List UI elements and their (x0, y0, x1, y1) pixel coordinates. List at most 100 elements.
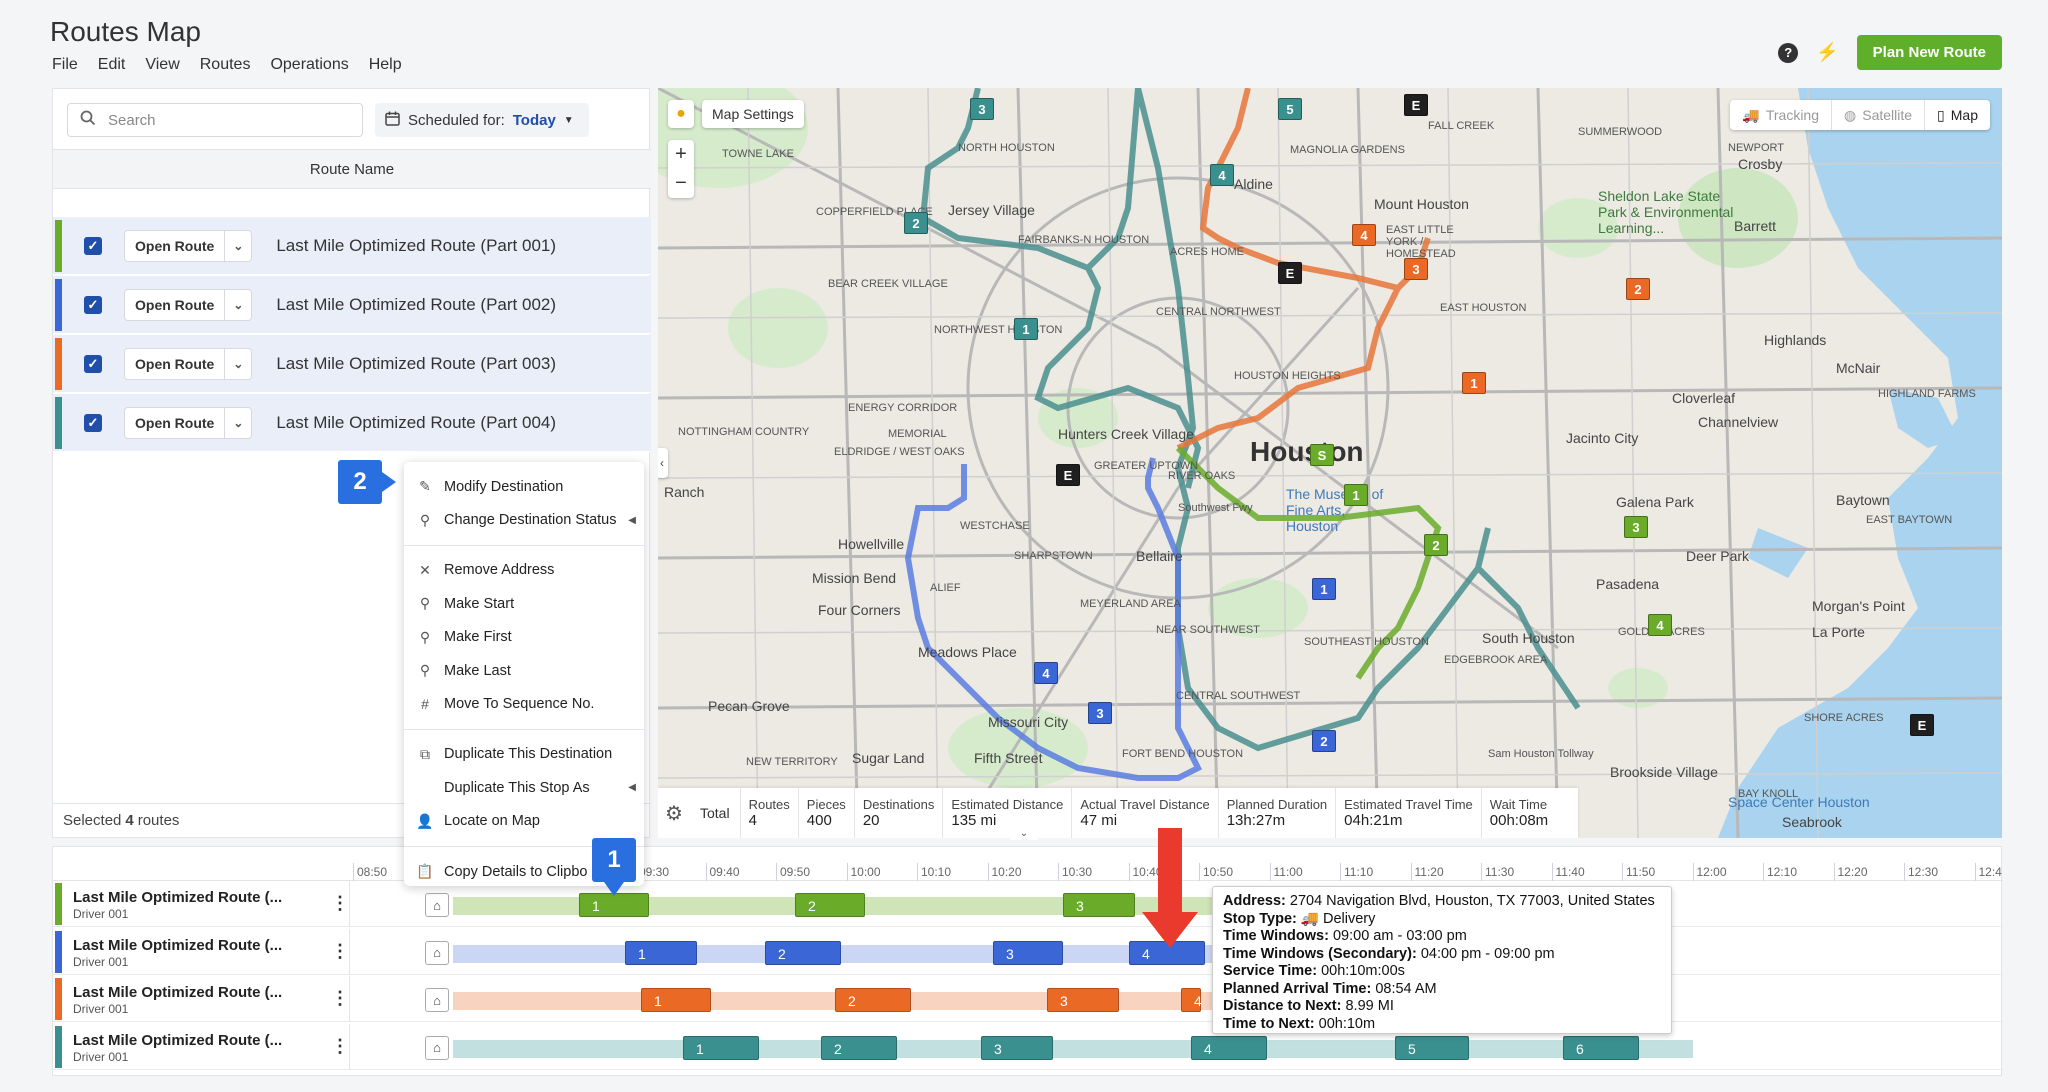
timeline-stop-block[interactable]: 2 (795, 893, 865, 917)
route-stop-marker[interactable]: 1 (1312, 578, 1336, 600)
menu-item-modify-destination[interactable]: ✎ Modify Destination (404, 470, 644, 503)
open-route-label[interactable]: Open Route (125, 407, 226, 438)
open-route-label[interactable]: Open Route (125, 289, 226, 320)
kebab-menu-icon[interactable]: ⋮ (331, 988, 349, 1009)
chevron-down-icon[interactable]: ⌄ (225, 298, 251, 312)
plan-new-route-button[interactable]: Plan New Route (1856, 35, 2002, 70)
menu-item-locate-on-map[interactable]: 👤 Locate on Map (404, 805, 644, 838)
schedule-dropdown[interactable]: Scheduled for: Today ▼ (375, 103, 589, 137)
zoom-in-button[interactable]: + (675, 143, 687, 166)
menu-view[interactable]: View (145, 56, 179, 74)
question-circle-icon[interactable]: ? (1778, 42, 1799, 63)
menu-item-make-last[interactable]: ⚲ Make Last (404, 654, 644, 687)
menu-operations[interactable]: Operations (270, 56, 348, 74)
menu-item-remove-address[interactable]: ✕ Remove Address (404, 554, 644, 587)
chevron-down-icon[interactable]: ⌄ (1010, 828, 1038, 840)
chevron-down-icon[interactable]: ⌄ (225, 357, 251, 371)
menu-edit[interactable]: Edit (98, 56, 126, 74)
timeline-stop-block[interactable]: 4 (1191, 1035, 1267, 1060)
home-depot-icon[interactable]: ⌂ (425, 940, 449, 965)
open-route-label[interactable]: Open Route (125, 348, 226, 379)
timeline-stop-block[interactable]: 1 (579, 893, 649, 917)
route-stop-marker[interactable]: 3 (1088, 702, 1112, 724)
route-stop-marker[interactable]: 1 (1344, 484, 1368, 506)
home-depot-icon[interactable]: ⌂ (425, 988, 449, 1012)
route-stop-marker[interactable]: S (1310, 444, 1334, 466)
open-route-button[interactable]: Open Route ⌄ (124, 406, 253, 439)
route-stop-marker[interactable]: E (1278, 262, 1302, 284)
route-stop-marker[interactable]: 4 (1210, 164, 1234, 186)
collapse-panel-button[interactable]: ‹ (658, 448, 668, 478)
menu-file[interactable]: File (52, 56, 78, 74)
route-row[interactable]: ✓ Open Route ⌄ Last Mile Optimized Route… (53, 276, 651, 334)
home-depot-icon[interactable]: ⌂ (425, 1035, 449, 1060)
map-settings-button[interactable]: Map Settings (702, 100, 804, 128)
route-stop-marker[interactable]: 4 (1648, 614, 1672, 636)
timeline-route-row[interactable]: Last Mile Optimized Route (... Driver 001… (53, 928, 2003, 975)
satellite-toggle[interactable]: ◍ Satellite (1832, 100, 1926, 130)
open-route-button[interactable]: Open Route ⌄ (124, 347, 253, 380)
lightning-icon[interactable]: ⚡ (1816, 42, 1838, 63)
timeline-stop-block[interactable]: 4 (1181, 988, 1202, 1012)
route-stop-marker[interactable]: 5 (1278, 98, 1302, 120)
route-stop-marker[interactable]: 2 (1312, 730, 1336, 752)
map-toggle[interactable]: ▯ Map (1925, 100, 1990, 130)
menu-item-duplicate-destination[interactable]: ⧉ Duplicate This Destination (404, 738, 644, 771)
route-name-column-header[interactable]: Route Name (53, 149, 651, 189)
timeline-route-row[interactable]: Last Mile Optimized Route (... Driver 001… (53, 881, 2003, 927)
timeline-stop-block[interactable]: 2 (821, 1035, 897, 1060)
timeline-stop-block[interactable]: 6 (1563, 1035, 1639, 1060)
zoom-out-button[interactable]: − (675, 172, 687, 195)
route-stop-marker[interactable]: 3 (970, 98, 994, 120)
chevron-down-icon[interactable]: ⌄ (225, 239, 251, 253)
timeline-stop-block[interactable]: 3 (1047, 988, 1119, 1012)
timeline-route-row[interactable]: Last Mile Optimized Route (... Driver 001… (53, 1023, 2003, 1070)
route-row[interactable]: ✓ Open Route ⌄ Last Mile Optimized Route… (53, 394, 651, 452)
route-stop-marker[interactable]: 2 (904, 212, 928, 234)
map-view[interactable]: TOWNE LAKE NORTH HOUSTON COPPERFIELD PLA… (658, 88, 2002, 838)
menu-item-change-status[interactable]: ⚲ Change Destination Status ◀ (404, 503, 644, 536)
search-input[interactable]: Search (67, 103, 363, 137)
timeline-stop-block[interactable]: 3 (1063, 893, 1135, 917)
timeline-stop-block[interactable]: 1 (641, 988, 711, 1012)
route-row[interactable]: ✓ Open Route ⌄ Last Mile Optimized Route… (53, 217, 651, 275)
route-row[interactable]: ✓ Open Route ⌄ Last Mile Optimized Route… (53, 335, 651, 393)
open-route-button[interactable]: Open Route ⌄ (124, 229, 253, 262)
kebab-menu-icon[interactable]: ⋮ (331, 893, 349, 914)
route-stop-marker[interactable]: 4 (1352, 224, 1376, 246)
timeline-stop-block[interactable]: 2 (835, 988, 911, 1012)
route-stop-marker[interactable]: 3 (1624, 516, 1648, 538)
menu-routes[interactable]: Routes (200, 56, 251, 74)
route-checkbox[interactable]: ✓ (84, 295, 102, 314)
home-depot-icon[interactable]: ⌂ (425, 893, 449, 917)
menu-item-make-start[interactable]: ⚲ Make Start (404, 587, 644, 620)
kebab-menu-icon[interactable]: ⋮ (331, 941, 349, 962)
route-stop-marker[interactable]: E (1056, 464, 1080, 486)
route-stop-marker[interactable]: 1 (1014, 318, 1038, 340)
route-stop-marker[interactable]: 1 (1462, 372, 1486, 394)
chevron-down-icon[interactable]: ⌄ (225, 416, 251, 430)
gear-icon[interactable]: ⚙ (658, 788, 690, 838)
open-route-button[interactable]: Open Route ⌄ (124, 288, 253, 321)
street-view-pegman-icon[interactable]: ● (668, 100, 694, 128)
route-stop-marker[interactable]: 2 (1424, 534, 1448, 556)
timeline-stop-block[interactable]: 3 (981, 1035, 1053, 1060)
route-checkbox[interactable]: ✓ (84, 354, 102, 373)
timeline-stop-block[interactable]: 3 (993, 940, 1063, 965)
menu-item-make-first[interactable]: ⚲ Make First (404, 621, 644, 654)
timeline-route-row[interactable]: Last Mile Optimized Route (... Driver 001… (53, 976, 2003, 1022)
route-stop-marker[interactable]: 2 (1626, 278, 1650, 300)
kebab-menu-icon[interactable]: ⋮ (331, 1036, 349, 1057)
tracking-toggle[interactable]: 🚚 Tracking (1730, 100, 1833, 130)
timeline-stop-block[interactable]: 1 (683, 1035, 759, 1060)
route-stop-marker[interactable]: E (1404, 94, 1428, 116)
route-checkbox[interactable]: ✓ (84, 236, 102, 255)
menu-item-duplicate-stop-as[interactable]: Duplicate This Stop As ◀ (404, 771, 644, 804)
menu-item-move-to-sequence[interactable]: # Move To Sequence No. (404, 687, 644, 720)
route-checkbox[interactable]: ✓ (84, 413, 102, 432)
menu-help[interactable]: Help (369, 56, 402, 74)
route-stop-marker[interactable]: E (1910, 714, 1934, 736)
timeline-stop-block[interactable]: 1 (625, 940, 697, 965)
open-route-label[interactable]: Open Route (125, 230, 226, 261)
route-stop-marker[interactable]: 4 (1034, 662, 1058, 684)
